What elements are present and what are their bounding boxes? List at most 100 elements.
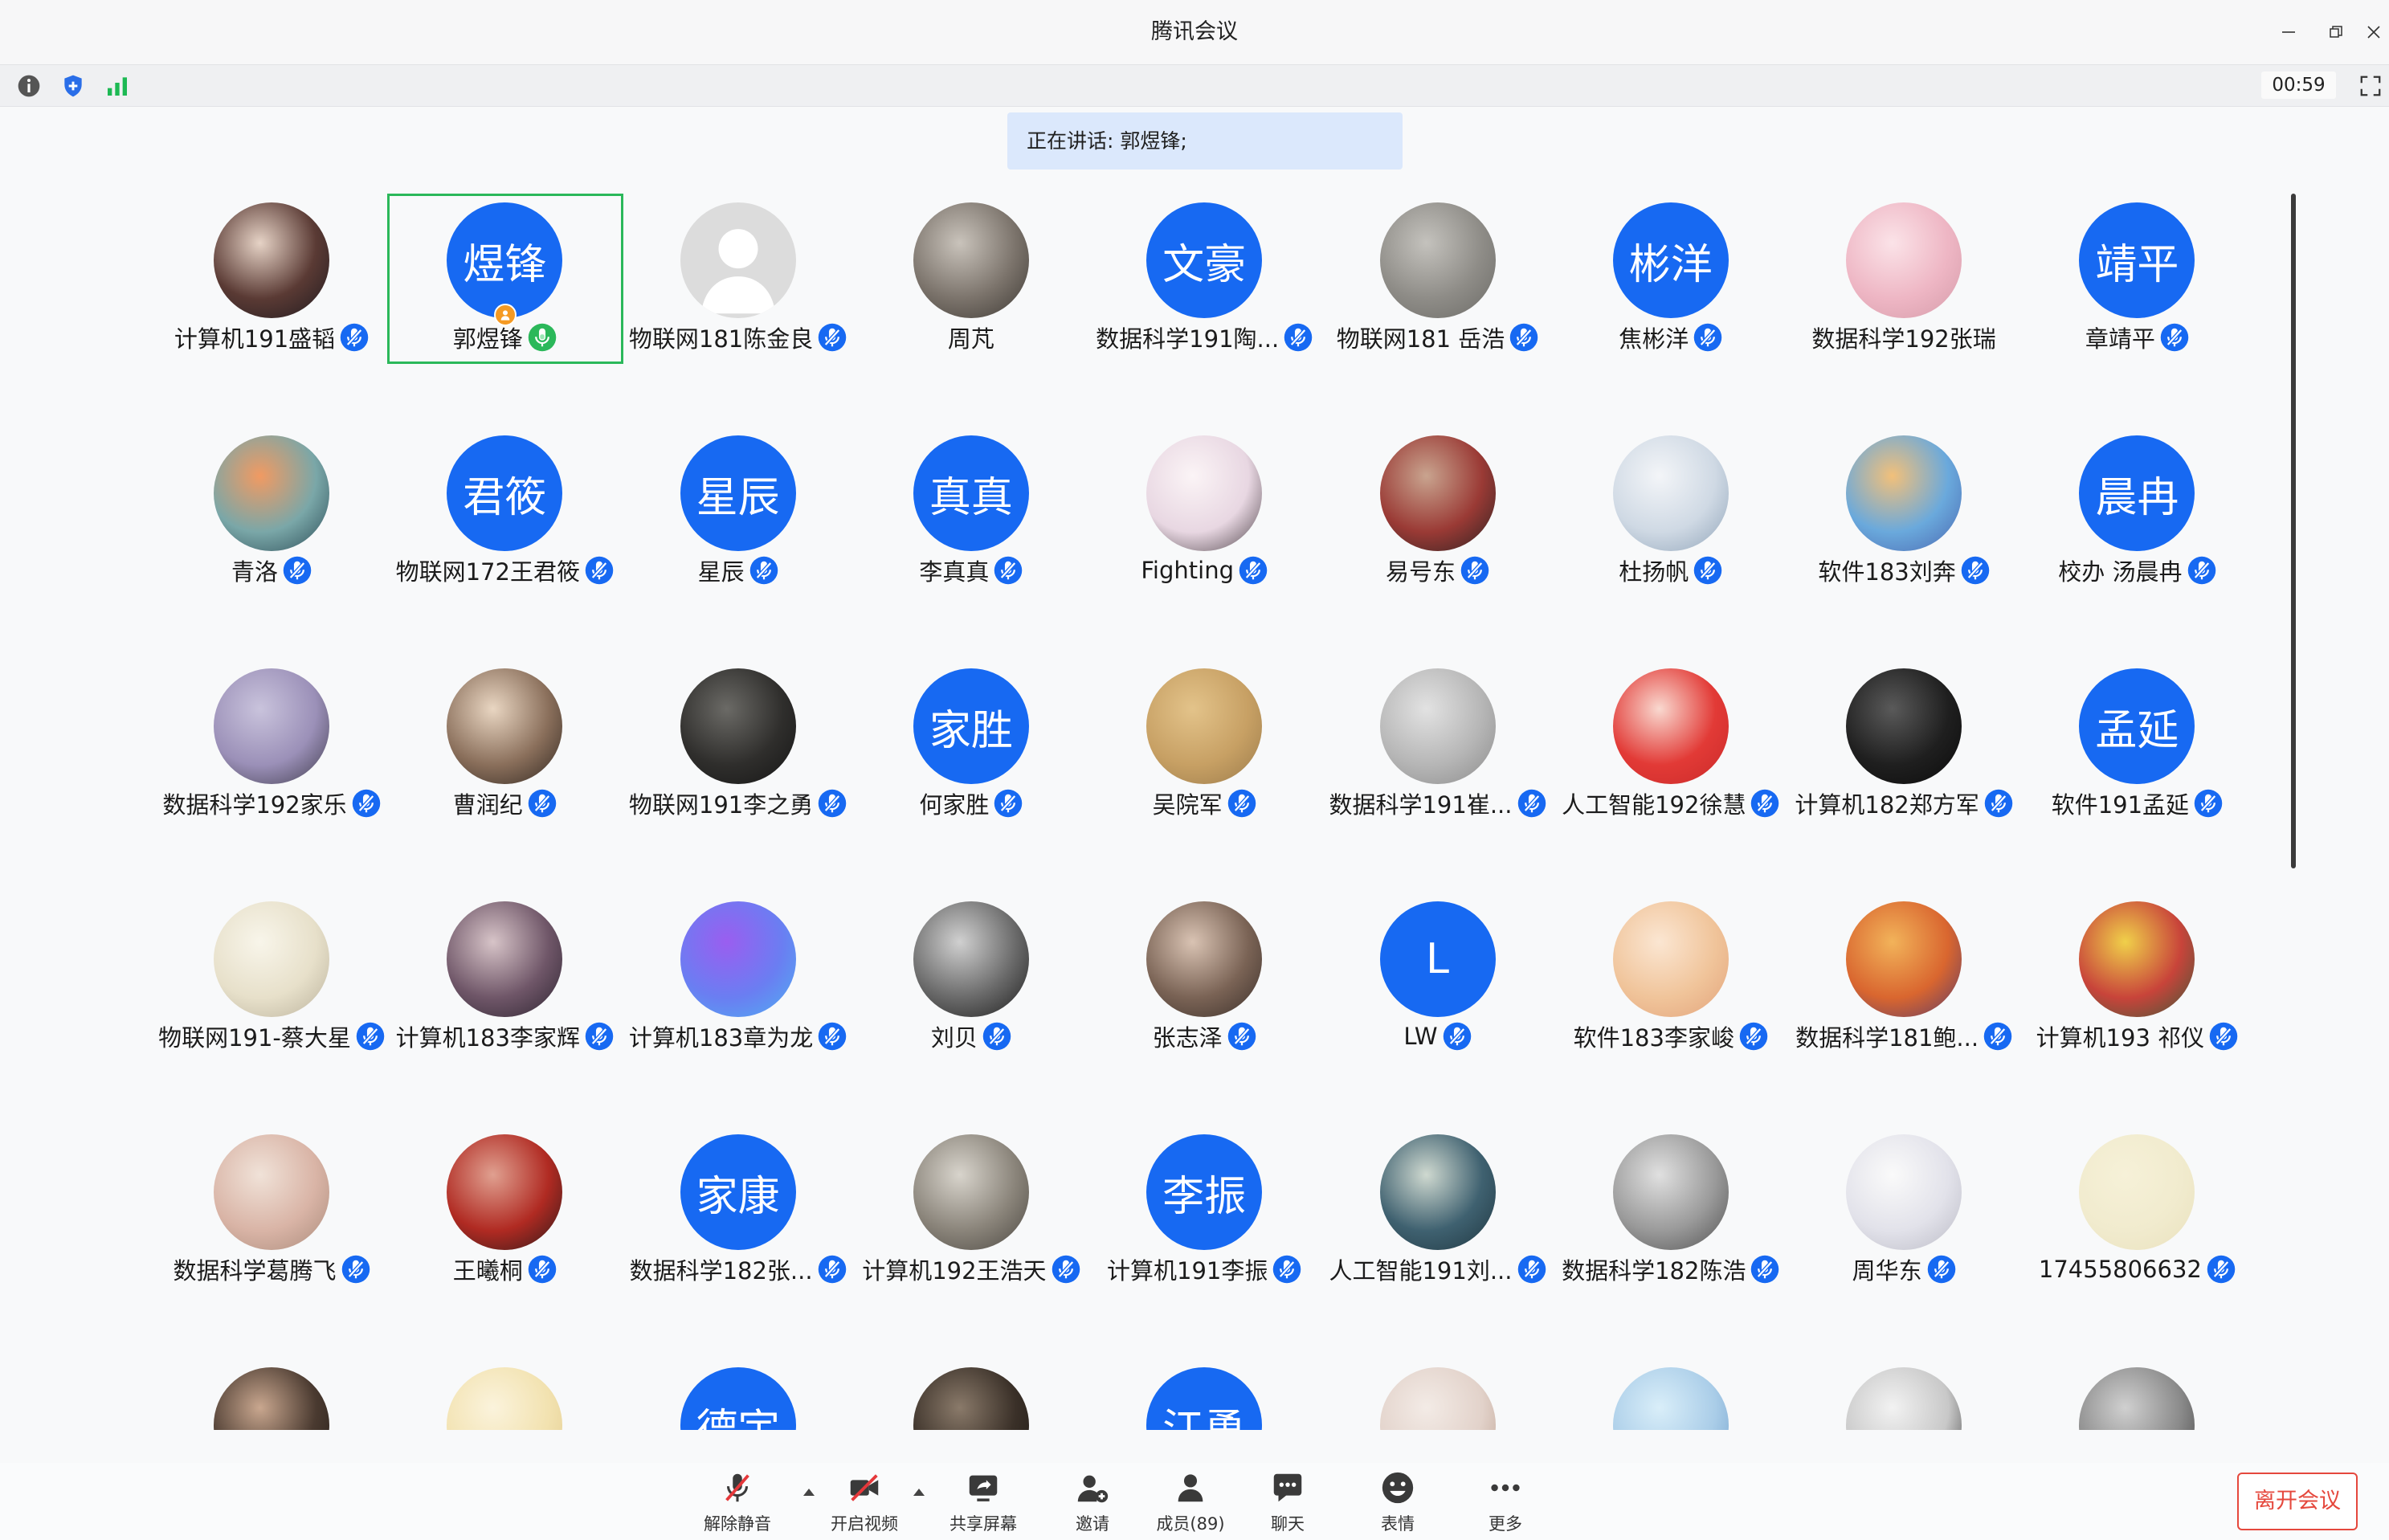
participant-tile[interactable] [388,1349,621,1430]
avatar-photo[interactable] [913,202,1029,318]
participant-tile[interactable]: 周华东 [1787,1116,2020,1349]
gallery-scrollbar[interactable] [2291,194,2296,868]
avatar-photo[interactable] [913,901,1029,1017]
participant-tile[interactable] [2020,1349,2253,1430]
avatar[interactable]: 煜锋 [447,202,563,318]
avatar[interactable]: 君筱 [447,435,563,551]
start-video-button[interactable]: 开启视频 [808,1469,921,1538]
participant-tile[interactable]: 17455806632 [2020,1116,2253,1349]
unmute-button[interactable]: 解除静音 [681,1469,794,1538]
avatar-photo[interactable] [447,668,563,784]
avatar-photo[interactable] [1846,202,1962,318]
avatar-photo[interactable] [1846,668,1962,784]
participant-tile[interactable]: 易号东 [1321,417,1554,650]
network-signal-icon[interactable] [104,73,130,99]
avatar-photo[interactable] [214,435,329,551]
avatar-photo[interactable] [1846,1134,1962,1250]
participant-tile[interactable]: Fighting [1088,417,1321,650]
avatar[interactable]: 孟延 [2079,668,2195,784]
avatar-photo[interactable] [680,668,796,784]
participant-tile[interactable]: 孟延 软件191孟延 [2020,650,2253,883]
avatar[interactable]: 江勇 [1146,1367,1263,1430]
participant-tile[interactable]: 家胜 何家胜 [855,650,1088,883]
participant-tile[interactable]: 真真 李真真 [855,417,1088,650]
share-screen-button[interactable]: 共享屏幕 [927,1469,1039,1538]
participant-tile[interactable]: 数据科学192张瑞 [1787,184,2020,417]
participant-tile[interactable] [1787,1349,2020,1430]
minimize-button[interactable] [2274,18,2303,47]
avatar-photo[interactable] [1612,1367,1729,1430]
participant-tile[interactable]: 软件183李家峻 [1554,883,1787,1116]
participant-tile[interactable]: 计算机193 祁仪 [2020,883,2253,1116]
avatar[interactable]: 星辰 [680,435,796,551]
avatar-photo[interactable] [447,1367,563,1430]
avatar-photo[interactable] [1379,1367,1496,1430]
avatar-photo[interactable] [1379,202,1496,318]
avatar-photo[interactable] [1612,901,1729,1017]
avatar-photo[interactable] [913,1134,1029,1250]
participant-tile[interactable]: 吴院军 [1088,650,1321,883]
participant-tile[interactable] [855,1349,1088,1430]
participant-tile[interactable]: L LW [1321,883,1554,1116]
participant-gallery[interactable]: 计算机191盛韬 煜锋 郭煜锋 物联网181陈金良 周芃 文豪 数据科学191陶... 物联网… [0,184,2389,1430]
participant-tile[interactable]: 曹润纪 [388,650,621,883]
participant-tile[interactable]: 计算机191盛韬 [155,184,388,417]
participant-tile[interactable]: 刘贝 [855,883,1088,1116]
participant-tile[interactable]: 物联网191李之勇 [622,650,855,883]
participant-tile[interactable]: 周芃 [855,184,1088,417]
avatar-photo[interactable] [1612,435,1729,551]
participant-tile[interactable]: 君筱 物联网172王君筱 [388,417,621,650]
avatar-photo[interactable] [1146,668,1263,784]
avatar[interactable]: 靖平 [2079,202,2195,318]
video-options-chevron-up-icon[interactable] [911,1485,927,1498]
participant-tile[interactable]: 物联网181陈金良 [622,184,855,417]
avatar-photo[interactable] [1612,1134,1729,1250]
avatar-photo[interactable] [1846,1367,1962,1430]
participant-tile[interactable]: 张志泽 [1088,883,1321,1116]
participant-tile[interactable] [155,1349,388,1430]
restore-button[interactable] [2322,18,2350,47]
participant-tile[interactable]: 数据科学192家乐 [155,650,388,883]
participant-tile[interactable]: 文豪 数据科学191陶... [1088,184,1321,417]
avatar-photo[interactable] [2079,901,2195,1017]
reactions-button[interactable]: 表情 [1342,1469,1454,1538]
avatar-photo[interactable] [214,202,329,318]
participant-tile[interactable]: 杜扬帆 [1554,417,1787,650]
default-avatar[interactable] [680,202,796,318]
avatar[interactable]: 真真 [913,435,1029,551]
participant-tile[interactable]: 数据科学191崔... [1321,650,1554,883]
avatar-photo[interactable] [913,1367,1029,1430]
avatar-photo[interactable] [214,1367,329,1430]
invite-button[interactable]: 邀请 [1036,1469,1149,1538]
avatar[interactable]: L [1379,901,1496,1017]
avatar-photo[interactable] [680,901,796,1017]
avatar[interactable]: 家胜 [913,668,1029,784]
avatar-photo[interactable] [2079,1134,2195,1250]
participant-tile[interactable]: 王曦桐 [388,1116,621,1349]
avatar-photo[interactable] [214,668,329,784]
avatar-photo[interactable] [1846,901,1962,1017]
avatar-photo[interactable] [1612,668,1729,784]
avatar-photo[interactable] [447,901,563,1017]
leave-meeting-button[interactable]: 离开会议 [2237,1473,2358,1530]
participant-tile[interactable]: 物联网181 岳浩 [1321,184,1554,417]
participant-tile[interactable]: 计算机192王浩天 [855,1116,1088,1349]
avatar-photo[interactable] [214,901,329,1017]
participant-tile[interactable]: 煜锋 郭煜锋 [387,184,624,417]
more-button[interactable]: 更多 [1449,1469,1562,1538]
participant-tile[interactable]: 物联网191-蔡大星 [155,883,388,1116]
avatar-photo[interactable] [447,1134,563,1250]
participant-tile[interactable]: 晨冉 校办 汤晨冉 [2020,417,2253,650]
participant-tile[interactable]: 数据科学181鲍... [1787,883,2020,1116]
members-button[interactable]: 成员(89) [1134,1469,1247,1538]
participant-tile[interactable]: 数据科学葛腾飞 [155,1116,388,1349]
participant-tile[interactable]: 人工智能192徐慧 [1554,650,1787,883]
participant-tile[interactable]: 星辰 星辰 [622,417,855,650]
participant-tile[interactable]: 家康 数据科学182张... [622,1116,855,1349]
avatar[interactable]: 文豪 [1146,202,1263,318]
avatar-photo[interactable] [1379,668,1496,784]
participant-tile[interactable]: 李振 计算机191李振 [1088,1116,1321,1349]
avatar[interactable]: 德宇 [680,1367,796,1430]
avatar-photo[interactable] [1379,435,1496,551]
participant-tile[interactable] [1321,1349,1554,1430]
